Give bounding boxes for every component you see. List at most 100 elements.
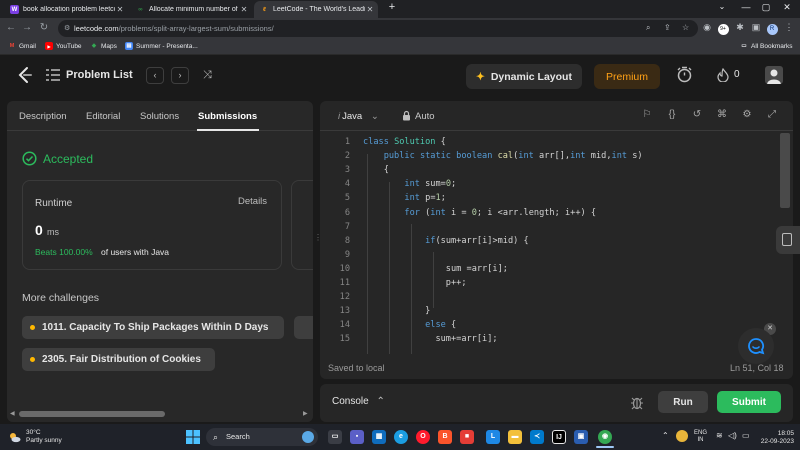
volume-icon[interactable]: ◁) [728, 431, 737, 440]
bookmark-star-icon[interactable]: ☆ [682, 23, 689, 32]
taskbar-search[interactable]: ⌕ Search [206, 428, 318, 446]
app-icon[interactable]: ■ [460, 430, 474, 444]
file-explorer-icon[interactable]: ▬ [508, 430, 522, 444]
console-toggle[interactable]: Console ⌃ [332, 396, 385, 407]
shuffle-icon[interactable]: ⤨ [203, 69, 212, 82]
challenge-chip[interactable]: 1011. Capacity To Ship Packages Within D… [22, 316, 284, 339]
edge-icon[interactable]: e [394, 430, 408, 444]
tray-app-icon[interactable] [676, 430, 688, 442]
user-avatar[interactable] [765, 66, 783, 84]
bookmark-summer[interactable]: ▤ Summer - Presenta... [125, 42, 198, 50]
tab-description[interactable]: Description [19, 111, 67, 122]
new-tab-button[interactable]: + [382, 1, 402, 13]
runtime-card[interactable]: Runtime Details 0 ms Beats 100.00% of us… [22, 180, 282, 270]
format-code-icon[interactable]: {} [665, 109, 679, 123]
wifi-icon[interactable]: ≋ [716, 431, 723, 440]
challenge-chip[interactable]: 2305. Fair Distribution of Cookies [22, 348, 215, 371]
all-bookmarks[interactable]: ▭ All Bookmarks [740, 42, 792, 50]
browser-tab-2[interactable]: ∞ Allocate minimum number of pa ✕ [130, 1, 252, 18]
scroll-left-icon[interactable]: ◀ [10, 410, 15, 417]
scroll-right-icon[interactable]: ▶ [303, 410, 308, 417]
close-window-button[interactable]: ✕ [777, 2, 797, 13]
next-problem-button[interactable]: › [171, 67, 189, 84]
browser-tab-3[interactable]: ℓ LeetCode - The World's Leading ✕ [254, 1, 378, 18]
browser-menu-icon[interactable]: ⋮ [782, 22, 796, 33]
reset-icon[interactable]: ↺ [690, 109, 704, 123]
windows-start-icon[interactable] [186, 430, 200, 444]
forward-button[interactable]: → [20, 22, 34, 33]
submit-button[interactable]: Submit [717, 391, 781, 413]
streak-flame-icon[interactable] [717, 68, 729, 82]
minimize-button[interactable]: — [736, 2, 756, 12]
reload-button[interactable]: ↻ [37, 22, 51, 33]
premium-button[interactable]: Premium [594, 64, 660, 89]
bookmark-gmail[interactable]: M Gmail [8, 42, 36, 50]
system-clock[interactable]: 18:05 22-09-2023 [752, 430, 794, 446]
address-bar[interactable]: ⚙ leetcode.com/problems/split-array-larg… [58, 20, 698, 37]
expand-icon[interactable]: ⤢ [765, 109, 779, 123]
extensions-puzzle-icon[interactable]: ✱ [733, 22, 747, 33]
zoom-icon[interactable]: ⌕ [646, 23, 650, 33]
close-icon[interactable]: ✕ [115, 5, 125, 14]
leetcode-logo-icon[interactable] [16, 66, 34, 84]
extension-badge-icon[interactable]: 9+ [716, 22, 730, 35]
memory-card[interactable] [291, 180, 313, 270]
horizontal-scrollbar[interactable]: ◀ ▶ [7, 406, 313, 422]
side-panel-icon[interactable]: ▣ [749, 22, 763, 33]
battery-icon[interactable]: ▭ [742, 431, 750, 440]
code-area[interactable]: 1 class Solution {2 public static boolean… [320, 134, 780, 354]
code-line: { [363, 165, 389, 176]
close-icon[interactable]: ✕ [239, 5, 249, 14]
prev-problem-button[interactable]: ‹ [146, 67, 164, 84]
share-icon[interactable]: ⇪ [664, 23, 671, 32]
profile-avatar[interactable]: R [765, 22, 779, 35]
time: 18:05 [777, 430, 794, 437]
panel-resize-handle[interactable]: ⋮ [314, 233, 322, 251]
intellij-icon[interactable]: IJ [552, 430, 566, 444]
camera-extension-icon[interactable]: ◉ [700, 22, 714, 33]
maximize-button[interactable]: ▢ [756, 2, 776, 13]
bookmark-youtube[interactable]: ▶ YouTube [45, 42, 82, 50]
tab-search-icon[interactable]: ⌄ [712, 2, 732, 11]
back-button[interactable]: ← [4, 22, 18, 33]
folder-icon: ▭ [741, 43, 747, 49]
details-link[interactable]: Details [238, 196, 267, 207]
brave-icon[interactable]: B [438, 430, 452, 444]
language-select[interactable]: i Java ⌄ [338, 111, 379, 122]
challenge-chip-overflow[interactable] [294, 316, 313, 339]
timer-icon[interactable] [676, 66, 693, 83]
input-language[interactable]: ENG IN [694, 430, 707, 444]
windows-taskbar: 30°C Partly sunny ⌕ Search ▭ ▪ ▦ e O B ■… [0, 424, 800, 450]
weather-widget[interactable]: 30°C Partly sunny [26, 429, 62, 445]
store-icon[interactable]: ▦ [372, 430, 386, 444]
notes-button[interactable] [776, 226, 800, 254]
bookmark-maps[interactable]: ◆ Maps [90, 42, 117, 50]
opera-icon[interactable]: O [416, 430, 430, 444]
app-icon[interactable]: ▣ [574, 430, 588, 444]
tab-solutions[interactable]: Solutions [140, 111, 179, 122]
chevron-up-icon[interactable]: ⌃ [662, 431, 669, 440]
app-l-icon[interactable]: L [486, 430, 500, 444]
scrollbar-thumb[interactable] [19, 411, 165, 417]
chat-assistant-button[interactable] [738, 328, 774, 364]
browser-tab-strip: W book allocation problem leetcode ✕ ∞ A… [0, 0, 800, 18]
browser-tab-1[interactable]: W book allocation problem leetcode ✕ [4, 1, 128, 18]
editor-scrollbar-thumb[interactable] [780, 133, 790, 208]
debug-bug-icon[interactable] [630, 394, 644, 410]
auto-mode-label[interactable]: Auto [415, 111, 435, 122]
settings-gear-icon[interactable]: ⚙ [740, 109, 754, 123]
tab-editorial[interactable]: Editorial [86, 111, 120, 122]
shortcuts-icon[interactable]: ⌘ [715, 109, 729, 123]
code-line: for (int i = 0; i <arr.length; i++) { [404, 207, 597, 218]
dynamic-layout-button[interactable]: ✦ Dynamic Layout [466, 64, 582, 89]
chrome-icon[interactable]: ◉ [598, 430, 612, 444]
problem-list-link[interactable]: Problem List [66, 69, 133, 81]
close-icon[interactable]: ✕ [365, 5, 375, 14]
teams-icon[interactable]: ▪ [350, 430, 364, 444]
tab-submissions[interactable]: Submissions [198, 111, 257, 122]
run-button[interactable]: Run [658, 391, 708, 413]
bookmark-icon[interactable]: ⚐ [640, 109, 654, 123]
task-view-icon[interactable]: ▭ [328, 430, 342, 444]
vscode-icon[interactable]: ≺ [530, 430, 544, 444]
site-info-icon[interactable]: ⚙ [64, 24, 70, 32]
